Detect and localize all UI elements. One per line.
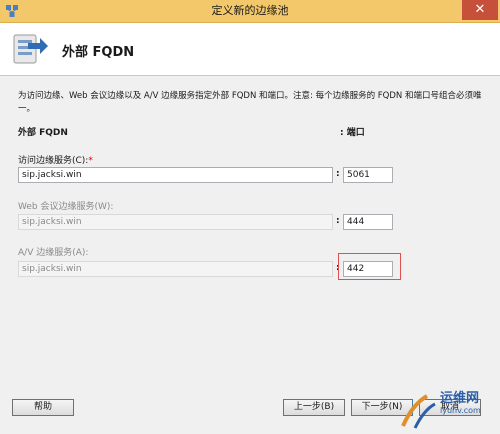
av-edge-label: A/V 边缘服务(A):	[18, 248, 89, 258]
web-conf-edge-port-input[interactable]: 444	[343, 214, 393, 230]
av-edge-fqdn-input[interactable]: sip.jacksi.win	[18, 261, 333, 277]
description-text: 为访问边缘、Web 会议边缘以及 A/V 边缘服务指定外部 FQDN 和端口。注…	[18, 91, 482, 114]
access-edge-port-input[interactable]: 5061	[343, 167, 393, 183]
watermark-url: iyunv.com	[440, 406, 481, 415]
access-edge-label: 访问边缘服务(C):*	[18, 153, 93, 166]
column-header-separator: :	[340, 128, 344, 138]
back-button[interactable]: 上一步(B)	[283, 399, 345, 416]
window-title: 定义新的边缘池	[211, 4, 289, 17]
web-conf-edge-fqdn-input[interactable]: sip.jacksi.win	[18, 214, 333, 230]
title-bar: 定义新的边缘池 ✕	[0, 0, 500, 23]
port-highlight-box	[338, 253, 401, 280]
dialog-window: 定义新的边缘池 ✕ 外部 FQDN 为访问边缘、Web 会议边缘以及 A/V 边…	[0, 0, 500, 434]
page-header: 外部 FQDN	[0, 23, 500, 76]
column-header-fqdn: 外部 FQDN	[18, 128, 68, 138]
web-conf-edge-label: Web 会议边缘服务(W):	[18, 202, 114, 212]
close-button[interactable]: ✕	[462, 0, 498, 20]
access-edge-label-text: 访问边缘服务(C):	[18, 156, 89, 166]
access-edge-fqdn-input[interactable]: sip.jacksi.win	[18, 167, 333, 183]
help-button[interactable]: 帮助	[12, 399, 74, 416]
page-title: 外部 FQDN	[62, 45, 135, 60]
web-conf-edge-separator: :	[336, 216, 340, 226]
server-arrow-icon	[13, 34, 48, 64]
access-edge-separator: :	[336, 169, 340, 179]
column-header-port: : 端口	[340, 125, 365, 138]
watermark-text: 运维网	[440, 391, 480, 406]
close-icon: ✕	[474, 2, 486, 17]
column-header-port-label: 端口	[346, 128, 365, 138]
required-mark: *	[88, 156, 93, 166]
